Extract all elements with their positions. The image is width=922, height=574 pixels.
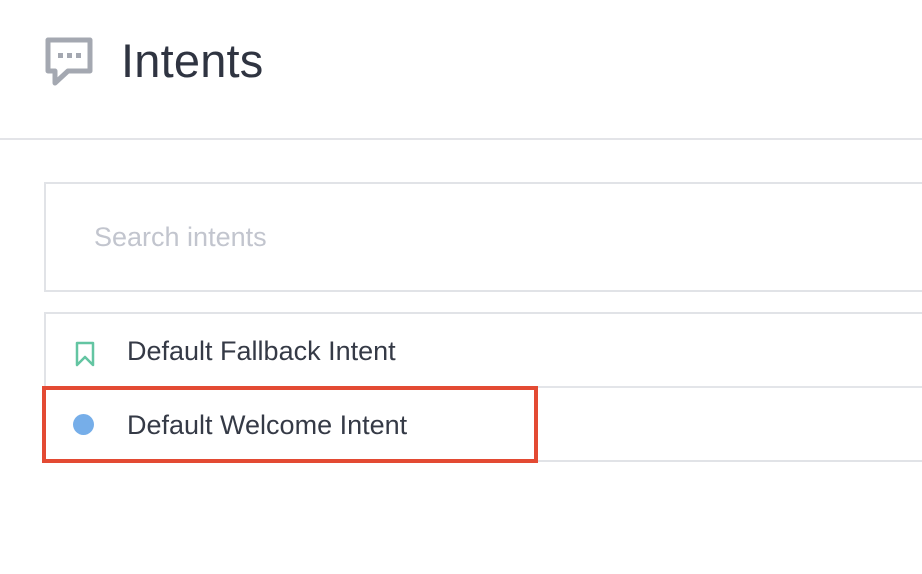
search-input[interactable] bbox=[94, 217, 874, 257]
chat-bubble-icon bbox=[45, 37, 93, 86]
search-box[interactable] bbox=[44, 182, 922, 292]
intent-label: Default Fallback Intent bbox=[127, 336, 396, 366]
intent-item-default-fallback[interactable]: Default Fallback Intent bbox=[46, 314, 922, 388]
page-title: Intents bbox=[121, 34, 264, 87]
page-header: Intents bbox=[0, 0, 922, 140]
bookmark-icon bbox=[75, 341, 95, 367]
intent-label: Default Welcome Intent bbox=[127, 410, 408, 440]
intent-item-default-welcome[interactable]: Default Welcome Intent bbox=[46, 388, 922, 462]
intent-list: Default Fallback Intent Default Welcome … bbox=[44, 312, 922, 462]
dot-icon bbox=[73, 414, 94, 435]
intents-page: Intents Default Fallback Intent Default … bbox=[0, 0, 922, 574]
